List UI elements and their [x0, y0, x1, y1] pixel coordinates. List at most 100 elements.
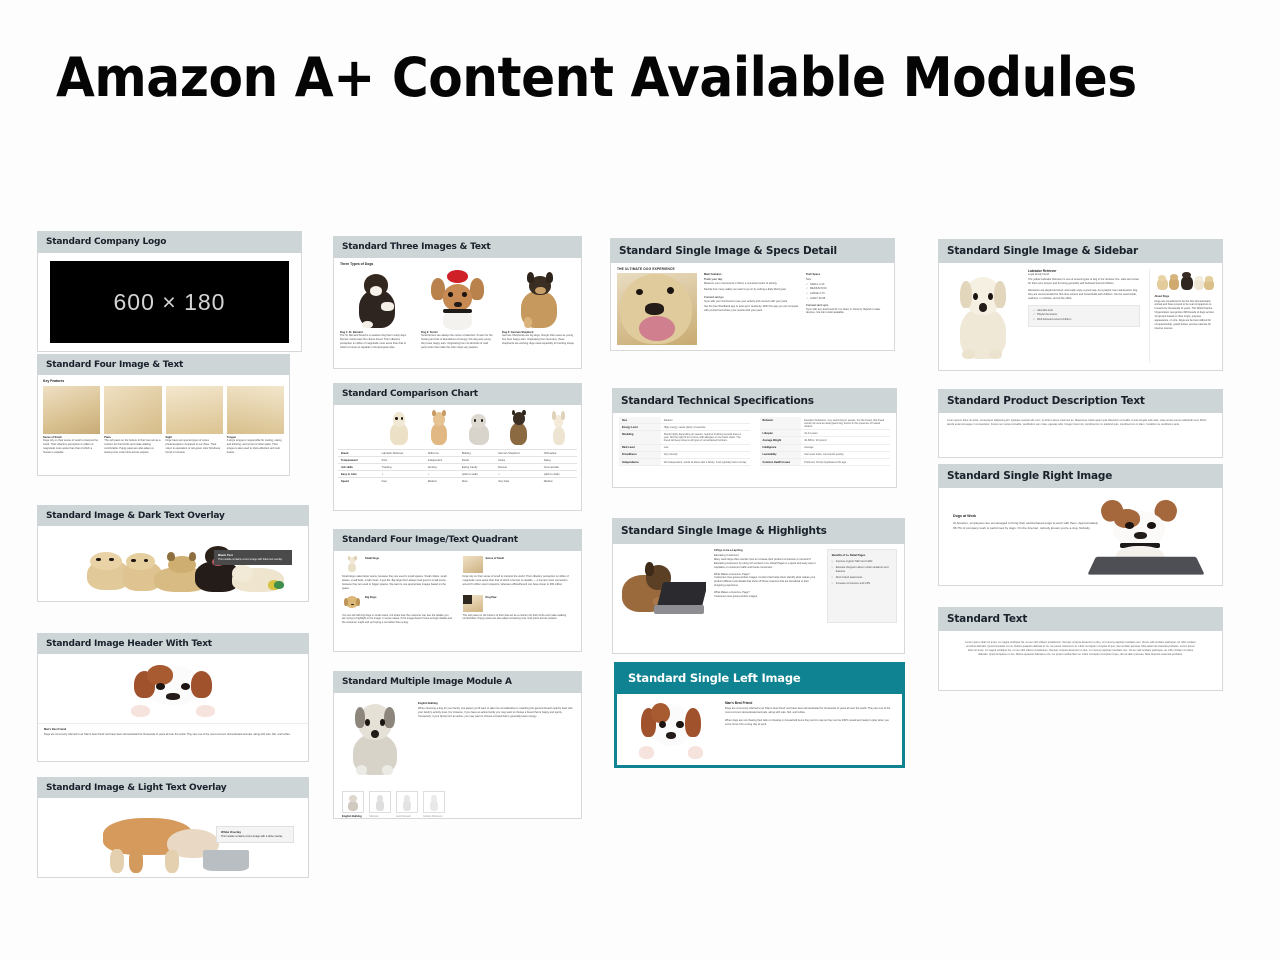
cell: Sassy [540, 456, 577, 464]
module-preview: Breed Labrador Retriever Shiba Inu Bulld… [333, 405, 582, 511]
spec-key: Shedding [619, 430, 661, 445]
thumbnail-item[interactable]: Golden Retriever [423, 791, 445, 818]
cell: ✓ [378, 470, 425, 478]
module-image [617, 273, 697, 345]
quadrant-item: Small Dogs Small dogs make better scans,… [342, 556, 453, 591]
module-title: Standard Technical Specifications [612, 388, 897, 413]
spec-value: Low [660, 444, 750, 452]
image-text: Dogs have two special types of cones pho… [165, 439, 221, 454]
quadrant-text: You can tell with big dogs in small scan… [342, 613, 452, 625]
spec-label: Size [805, 278, 812, 281]
module-preview: English Bulldog When choosing a dog for … [333, 693, 582, 819]
thumbnail-caption: Golden Retriever [423, 815, 443, 818]
spec-key: Learnability [759, 451, 802, 459]
spec-key: Lifespan [759, 429, 802, 438]
overlay-text: This module contains a hero image with a… [221, 835, 283, 838]
module-preview: THE ULTIMATE DOG EXPERIENCE Main Feature… [610, 263, 895, 351]
image-text: A dog's tongue is responsible for coolin… [226, 439, 282, 454]
module-card-standard-company-logo[interactable]: Standard Company Logo 600 × 180 [37, 231, 302, 352]
compare-image-chihuahua [539, 410, 577, 446]
spec-table-left: Size Medium Energy Level High energy, need… [619, 417, 750, 467]
bullet-item: Adorable look [1033, 309, 1135, 312]
thumbnail-item[interactable]: Jack Russell Terrier [396, 791, 418, 818]
table-row: Shedding Sheds highly depending on season… [619, 430, 750, 445]
section-heading: Three Types of Dogs [340, 262, 374, 266]
cell: Shiba Inu [424, 449, 459, 457]
heading: Dogs at Work [953, 514, 977, 518]
module-card-standard-single-image-sidebar[interactable]: Standard Single Image & Sidebar Labrador… [938, 239, 1223, 371]
paragraph-2: Retrievers are playful and kind, and rea… [1028, 289, 1138, 300]
module-card-standard-four-image-text[interactable]: Standard Four Image & Text Key Features … [37, 354, 290, 476]
module-card-standard-text[interactable]: Standard Text Lorem ipsum dolor sit amet… [938, 607, 1223, 691]
module-card-standard-single-right-image[interactable]: Standard Single Right Image Dogs at Work… [938, 464, 1223, 586]
thumbnail-item[interactable]: English Bulldog [342, 791, 364, 818]
module-card-standard-four-image-text-quadrant[interactable]: Standard Four Image/Text Quadrant Small … [333, 529, 582, 652]
table-row: Job skills Tracking Hunting Eating Candy… [338, 463, 577, 471]
col-heading: Tech Specs [805, 273, 821, 276]
spec-item: SMALL 3-10 [806, 283, 888, 286]
spec-value: Very friendly [660, 451, 750, 459]
module-card-standard-single-image-specs-detail[interactable]: Standard Single Image & Specs Detail THE… [610, 238, 895, 351]
spec-key: Behavior [759, 417, 802, 431]
compare-image-labrador [380, 410, 418, 446]
module-card-standard-single-left-image[interactable]: Standard Single Left Image Man's Best Fr… [614, 662, 905, 768]
cell: Bulldog [458, 449, 496, 457]
spec-key: Energy Level [619, 423, 661, 432]
module-gallery: Standard Company Logo 600 × 180 Standard… [0, 0, 1280, 960]
module-image [342, 556, 362, 573]
cell: Medium [424, 477, 459, 484]
module-card-standard-multiple-image-module-a[interactable]: Standard Multiple Image Module A English… [333, 671, 582, 819]
comparison-table: Breed Labrador Retriever Shiba Inu Bulld… [338, 449, 577, 484]
light-text-overlay: White Overlay This module contains a her… [216, 826, 294, 843]
quadrant-caption: Sense of Smell [485, 557, 504, 560]
description-text: Lorem ipsum dolor sit amet, consectetur … [947, 419, 1207, 427]
sidebar-text: Dogs are considered to be the first dome… [1154, 299, 1214, 330]
module-title: Standard Image & Light Text Overlay [37, 777, 309, 798]
spec-key: Bark Level [619, 444, 661, 452]
module-image [340, 269, 413, 331]
module-title: Standard Single Image & Highlights [612, 518, 905, 544]
module-preview: Man's Best Friend Dogs are commonly refe… [614, 694, 905, 768]
module-image [342, 595, 362, 612]
spec-item: LARGE 2-70 [806, 292, 888, 295]
quadrant-text: The soft paws on the bottom of their fee… [462, 613, 567, 621]
module-card-standard-image-dark-text-overlay[interactable]: Standard Image & Dark Text Overlay Black… [37, 505, 309, 602]
module-card-standard-product-description-text[interactable]: Standard Product Description Text Lorem … [938, 389, 1223, 458]
sidebar-list-item: Increase conversion and GPS [832, 582, 892, 586]
module-title: Standard Multiple Image Module A [333, 671, 582, 693]
module-card-standard-image-light-text-overlay[interactable]: Standard Image & Light Text Overlay Whit… [37, 777, 309, 878]
module-title: Standard Three Images & Text [333, 236, 582, 258]
paragraph-1: Dogs are commonly referred to as 'Man's … [725, 707, 891, 714]
thumbnail-item[interactable]: Siberian Bloodhound [369, 791, 391, 818]
sidebar-list-item: Educate shoppers about model variations … [832, 566, 892, 574]
module-card-standard-technical-specifications[interactable]: Standard Technical Specifications Size Me… [612, 388, 897, 488]
table-row: Easy to train ✓ ✓ (stick to walk) ✓ (sti… [338, 470, 577, 478]
paragraph-1: The yellow Labrador Retriever is one of … [1028, 278, 1140, 286]
module-title: Standard Company Logo [37, 231, 302, 253]
module-card-standard-single-image-highlights[interactable]: Standard Single Image & Highlights It Pa… [612, 518, 905, 654]
spec-key: Average Weight [759, 436, 802, 445]
cell: Medium [540, 477, 577, 484]
spec-value: Can learn tricks, commands quickly [801, 451, 890, 459]
block-text: Measure your movements in Woof, a univer… [704, 281, 778, 285]
cell: Independent [424, 456, 459, 464]
image-text: Dogs rely on their sense of smell to int… [43, 439, 99, 454]
block-text: Sync with any food bowl (fit it or later… [805, 307, 881, 315]
module-card-standard-image-header-with-text[interactable]: Standard Image Header With Text Man's Be… [37, 633, 309, 762]
module-card-standard-comparison-chart[interactable]: Standard Comparison Chart Breed Labrador… [333, 383, 582, 511]
cell: German Shepherd [495, 449, 541, 457]
module-card-standard-three-images-text[interactable]: Standard Three Images & Text Three Types… [333, 236, 582, 369]
quadrant-caption: Big Dogs [365, 595, 377, 599]
sub-heading: Loyal family friend [1028, 273, 1049, 276]
spec-value: 40-60lbs / 20 pound [801, 436, 890, 445]
cell: Docile [458, 456, 496, 464]
module-preview: Small Dogs Small dogs make better scans,… [333, 551, 582, 652]
standard-text-body: Lorem ipsum dolor sit amet, cu magna sim… [965, 641, 1196, 657]
module-preview: Size Medium Energy Level High energy, need… [612, 413, 897, 488]
cell: Chihuahua [540, 449, 577, 457]
module-image [462, 556, 483, 573]
module-title: Standard Single Image & Sidebar [938, 239, 1223, 263]
logo-dimension-label: 600 × 180 [113, 288, 226, 315]
block-text: Get the free Woofband app to auto-sync r… [704, 305, 799, 313]
bullet-item: Well behaved around children [1033, 318, 1135, 321]
